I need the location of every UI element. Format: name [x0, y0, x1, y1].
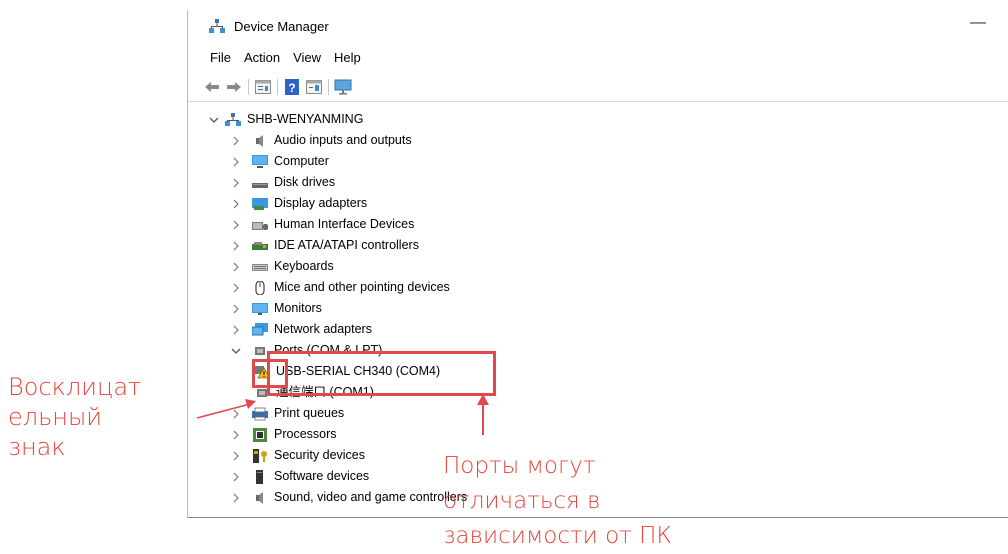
- chevron-right-icon[interactable]: [231, 493, 241, 503]
- chevron-right-icon[interactable]: [231, 409, 241, 419]
- chevron-right-icon[interactable]: [231, 178, 241, 188]
- tree-item-label: Print queues: [274, 406, 345, 420]
- disk-drive-icon: [252, 182, 268, 188]
- menu-bar: File Action View Help: [210, 50, 374, 72]
- chevron-right-icon[interactable]: [231, 325, 241, 335]
- chevron-right-icon[interactable]: [231, 472, 241, 482]
- scan-hardware-icon[interactable]: [334, 78, 352, 96]
- chevron-right-icon[interactable]: [231, 157, 241, 167]
- tree-item-label: IDE ATA/ATAPI controllers: [274, 238, 419, 252]
- com-port-highlight-box: [267, 351, 496, 396]
- tree-item-label: Network adapters: [274, 322, 372, 336]
- device-manager-icon: [209, 19, 225, 33]
- svg-text:?: ?: [288, 81, 295, 95]
- hid-icon: [252, 221, 268, 230]
- tree-item-label: Monitors: [274, 301, 322, 315]
- tree-item-label: Security devices: [274, 448, 366, 462]
- tree-item-sound[interactable]: Sound, video and game controllers: [231, 487, 467, 508]
- tree-item-disk-drives[interactable]: Disk drives: [231, 172, 335, 193]
- ide-controller-icon: [252, 241, 268, 250]
- tree-item-software[interactable]: Software devices: [231, 466, 369, 487]
- tree-item-keyboards[interactable]: Keyboards: [231, 256, 334, 277]
- chevron-right-icon[interactable]: [231, 136, 241, 146]
- tree-item-display-adapters[interactable]: Display adapters: [231, 193, 367, 214]
- tree-item-hid[interactable]: Human Interface Devices: [231, 214, 414, 235]
- tree-item-processors[interactable]: Processors: [231, 424, 337, 445]
- chevron-right-icon[interactable]: [231, 304, 241, 314]
- tree-item-label: Software devices: [274, 469, 370, 483]
- annotation-line: Порты могут: [443, 453, 596, 479]
- chevron-right-icon[interactable]: [231, 220, 241, 230]
- speaker-icon: [256, 134, 263, 147]
- chevron-right-icon[interactable]: [231, 199, 241, 209]
- monitor-icon: [252, 302, 268, 315]
- keyboard-icon: [252, 263, 268, 271]
- menu-file[interactable]: File: [210, 50, 231, 72]
- mouse-icon: [255, 280, 265, 295]
- processor-icon: [253, 427, 267, 442]
- toolbar-separator: [277, 79, 278, 95]
- tree-item-label: Mice and other pointing devices: [274, 280, 450, 294]
- properties-icon[interactable]: [254, 78, 272, 96]
- toolbar-separator: [328, 79, 329, 95]
- tree-item-monitors[interactable]: Monitors: [231, 298, 322, 319]
- annotation-line: зависимости от ПК: [443, 523, 672, 549]
- chevron-down-icon[interactable]: [209, 115, 219, 125]
- annotation-line: отличаться в: [443, 488, 601, 514]
- port-icon: [255, 346, 265, 355]
- window-title: Device Manager: [234, 19, 329, 34]
- display-adapter-icon: [252, 197, 268, 210]
- menu-help[interactable]: Help: [334, 50, 361, 72]
- annotation-line: знак: [8, 433, 66, 461]
- annotation-line: Восклицат: [8, 373, 142, 401]
- tree-root[interactable]: SHB-WENYANMING: [209, 109, 363, 130]
- software-device-icon: [256, 469, 263, 484]
- exclamation-annotation: Восклицат ельный знак: [8, 372, 141, 462]
- tree-item-network[interactable]: Network adapters: [231, 319, 372, 340]
- tree-item-audio[interactable]: Audio inputs and outputs: [231, 130, 412, 151]
- annotation-line: ельный: [8, 403, 103, 431]
- tree-item-label: Keyboards: [274, 259, 334, 273]
- computer-tree-icon: [225, 112, 241, 126]
- tree-item-security[interactable]: Security devices: [231, 445, 365, 466]
- chevron-right-icon[interactable]: [231, 241, 241, 251]
- title-bar: Device Manager —: [188, 10, 1008, 44]
- tree-divider: [188, 101, 1008, 102]
- menu-view[interactable]: View: [293, 50, 321, 72]
- computer-icon: [252, 154, 268, 168]
- tree-item-label: Sound, video and game controllers: [274, 490, 468, 504]
- tree-item-label: Display adapters: [274, 196, 368, 210]
- sound-icon: [256, 491, 263, 504]
- security-device-icon: [253, 448, 267, 463]
- menu-action[interactable]: Action: [244, 50, 280, 72]
- back-icon[interactable]: [203, 78, 221, 96]
- toolbar: ?: [203, 76, 356, 98]
- network-adapter-icon: [252, 322, 268, 335]
- tree-item-ide[interactable]: IDE ATA/ATAPI controllers: [231, 235, 419, 256]
- update-driver-icon[interactable]: [305, 78, 323, 96]
- tree-item-print-queues[interactable]: Print queues: [231, 403, 344, 424]
- chevron-right-icon[interactable]: [231, 283, 241, 293]
- toolbar-separator: [248, 79, 249, 95]
- tree-item-computer[interactable]: Computer: [231, 151, 329, 172]
- chevron-right-icon[interactable]: [231, 262, 241, 272]
- chevron-down-icon[interactable]: [231, 346, 241, 356]
- minimize-button[interactable]: —: [968, 14, 988, 32]
- tree-item-label: Disk drives: [274, 175, 336, 189]
- chevron-right-icon[interactable]: [231, 451, 241, 461]
- tree-item-label: Human Interface Devices: [274, 217, 415, 231]
- warning-icon-highlight-box: [252, 359, 288, 388]
- tree-item-mice[interactable]: Mice and other pointing devices: [231, 277, 450, 298]
- root-label: SHB-WENYANMING: [247, 112, 364, 126]
- help-icon[interactable]: ?: [283, 78, 301, 96]
- device-manager-window: Device Manager — File Action View Help ?: [187, 10, 1008, 518]
- forward-icon[interactable]: [225, 78, 243, 96]
- ports-annotation: Порты могут отличаться в зависимости от …: [443, 449, 672, 554]
- printer-icon: [252, 407, 268, 420]
- tree-item-label: Audio inputs and outputs: [274, 133, 412, 147]
- chevron-right-icon[interactable]: [231, 430, 241, 440]
- tree-item-label: Processors: [274, 427, 337, 441]
- tree-item-label: Computer: [274, 154, 329, 168]
